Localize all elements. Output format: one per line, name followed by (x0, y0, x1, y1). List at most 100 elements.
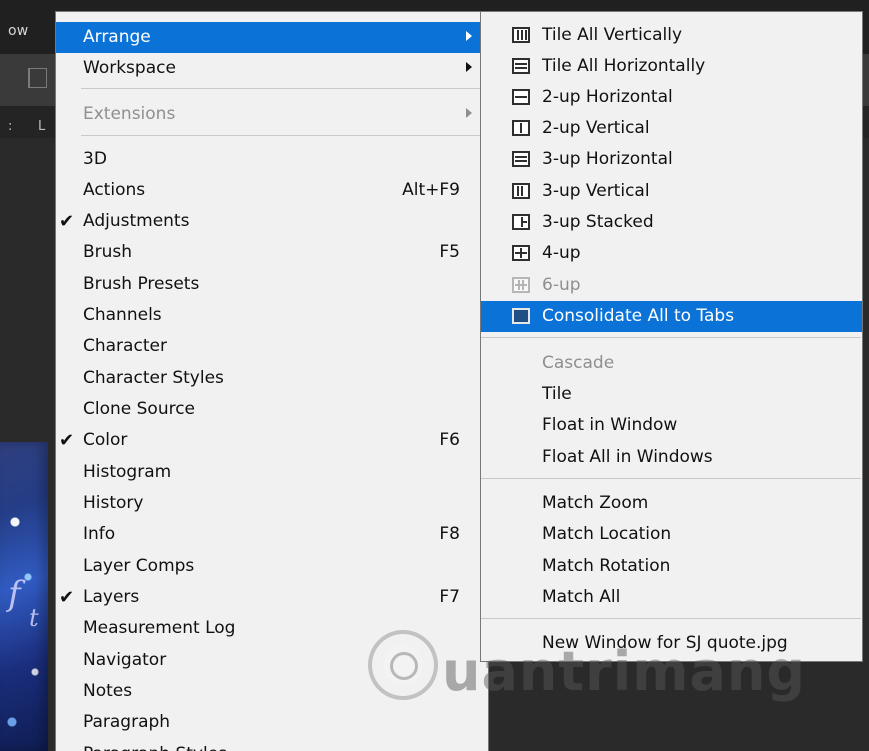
menu-item-label: Workspace (83, 58, 176, 78)
menu-item-label: Color (83, 430, 128, 450)
submenu-item-tile[interactable]: Tile (481, 379, 862, 410)
submenu-item-new-window-for-sj-quote[interactable]: New Window for SJ quote.jpg (481, 628, 862, 659)
menu-item-channels[interactable]: Channels (56, 300, 488, 331)
menu-item-label: Arrange (83, 27, 151, 47)
window-menu: Arrange Workspace Extensions 3D Actions … (55, 11, 489, 751)
menu-item-color[interactable]: ✔ Color F6 (56, 425, 488, 456)
four-up-icon (512, 245, 530, 261)
submenu-item-label: Cascade (542, 353, 615, 373)
menu-item-label: Character Styles (83, 368, 224, 388)
check-icon: ✔ (59, 211, 75, 232)
submenu-item-label: New Window for SJ quote.jpg (542, 633, 788, 653)
menu-item-extensions: Extensions (56, 99, 488, 130)
submenu-item-label: Match All (542, 587, 621, 607)
menu-item-actions[interactable]: Actions Alt+F9 (56, 175, 488, 206)
menu-item-history[interactable]: History (56, 488, 488, 519)
menu-item-label: Layers (83, 587, 140, 607)
menu-item-measurement-log[interactable]: Measurement Log (56, 613, 488, 644)
consolidate-tabs-icon (512, 308, 530, 324)
menu-item-label: Character (83, 336, 167, 356)
submenu-item-label: Match Location (542, 524, 672, 544)
submenu-item-3up-horizontal[interactable]: 3-up Horizontal (481, 144, 862, 175)
menu-separator (81, 88, 484, 89)
menu-item-histogram[interactable]: Histogram (56, 457, 488, 488)
menu-item-label: Extensions (83, 104, 176, 124)
menu-item-character-styles[interactable]: Character Styles (56, 363, 488, 394)
photoshop-window-menu-screen: ow : L f t Arrange Workspace Extensions … (0, 0, 869, 751)
submenu-item-match-location[interactable]: Match Location (481, 519, 862, 550)
canvas-letter-2: t (29, 604, 39, 632)
submenu-item-float-in-window[interactable]: Float in Window (481, 410, 862, 441)
menu-item-layer-comps[interactable]: Layer Comps (56, 551, 488, 582)
submenu-item-label: 2-up Horizontal (542, 87, 673, 107)
check-icon: ✔ (59, 587, 75, 608)
three-up-vertical-icon (512, 183, 530, 199)
submenu-arrow-icon (466, 62, 472, 72)
submenu-item-tile-all-horizontally[interactable]: Tile All Horizontally (481, 51, 862, 82)
submenu-item-3up-stacked[interactable]: 3-up Stacked (481, 207, 862, 238)
submenu-separator (481, 618, 861, 619)
submenu-item-label: 3-up Horizontal (542, 149, 673, 169)
submenu-item-float-all-in-windows[interactable]: Float All in Windows (481, 442, 862, 473)
submenu-item-4up[interactable]: 4-up (481, 238, 862, 269)
menu-item-workspace[interactable]: Workspace (56, 53, 488, 84)
menu-item-paragraph[interactable]: Paragraph (56, 707, 488, 738)
submenu-item-label: Float All in Windows (542, 447, 713, 467)
menu-item-label: Channels (83, 305, 162, 325)
submenu-arrow-icon (466, 108, 472, 118)
menu-item-label: Histogram (83, 462, 172, 482)
menu-item-clone-source[interactable]: Clone Source (56, 394, 488, 425)
top-menu-fragment: ow (8, 23, 29, 39)
shortcut-label: Alt+F9 (402, 180, 460, 200)
menu-item-label: History (83, 493, 144, 513)
menu-item-navigator[interactable]: Navigator (56, 645, 488, 676)
submenu-item-label: 6-up (542, 275, 581, 295)
two-up-vertical-icon (512, 120, 530, 136)
submenu-item-label: Float in Window (542, 415, 678, 435)
menu-item-layers[interactable]: ✔ Layers F7 (56, 582, 488, 613)
submenu-item-6up: 6-up (481, 270, 862, 301)
menu-item-label: Navigator (83, 650, 167, 670)
submenu-item-consolidate-all-to-tabs[interactable]: Consolidate All to Tabs (481, 301, 862, 332)
submenu-item-label: 3-up Stacked (542, 212, 654, 232)
menu-item-paragraph-styles[interactable]: Paragraph Styles (56, 739, 488, 751)
submenu-item-match-zoom[interactable]: Match Zoom (481, 488, 862, 519)
three-up-stacked-icon (512, 214, 530, 230)
submenu-item-label: Match Rotation (542, 556, 671, 576)
submenu-item-cascade: Cascade (481, 348, 862, 379)
menu-item-label: 3D (83, 149, 107, 169)
menu-item-notes[interactable]: Notes (56, 676, 488, 707)
submenu-item-2up-vertical[interactable]: 2-up Vertical (481, 113, 862, 144)
submenu-item-label: 4-up (542, 243, 581, 263)
menu-item-label: Actions (83, 180, 146, 200)
canvas-letter-1: f (8, 574, 21, 614)
menu-item-label: Paragraph (83, 712, 171, 732)
submenu-item-label: Tile All Horizontally (542, 56, 706, 76)
submenu-item-match-all[interactable]: Match All (481, 582, 862, 613)
shortcut-label: F5 (439, 242, 460, 262)
tile-horizontally-icon (512, 58, 530, 74)
menu-item-character[interactable]: Character (56, 331, 488, 362)
left-tool-text-2: L (38, 119, 46, 134)
six-up-icon (512, 277, 530, 293)
submenu-item-2up-horizontal[interactable]: 2-up Horizontal (481, 82, 862, 113)
submenu-item-label: Tile All Vertically (542, 25, 683, 45)
submenu-item-tile-all-vertically[interactable]: Tile All Vertically (481, 20, 862, 51)
submenu-item-match-rotation[interactable]: Match Rotation (481, 551, 862, 582)
shortcut-label: F8 (439, 524, 460, 544)
menu-item-label: Brush Presets (83, 274, 200, 294)
menu-item-arrange[interactable]: Arrange (56, 22, 488, 53)
menu-item-info[interactable]: Info F8 (56, 519, 488, 550)
submenu-item-label: Consolidate All to Tabs (542, 306, 735, 326)
submenu-item-3up-vertical[interactable]: 3-up Vertical (481, 176, 862, 207)
shortcut-label: F7 (439, 587, 460, 607)
toolbar-slot-icon (28, 68, 47, 88)
menu-item-brush-presets[interactable]: Brush Presets (56, 269, 488, 300)
menu-item-adjustments[interactable]: ✔ Adjustments (56, 206, 488, 237)
menu-item-3d[interactable]: 3D (56, 144, 488, 175)
three-up-horizontal-icon (512, 151, 530, 167)
submenu-item-label: Match Zoom (542, 493, 649, 513)
submenu-separator (481, 337, 861, 338)
menu-item-brush[interactable]: Brush F5 (56, 237, 488, 268)
submenu-item-label: Tile (542, 384, 572, 404)
